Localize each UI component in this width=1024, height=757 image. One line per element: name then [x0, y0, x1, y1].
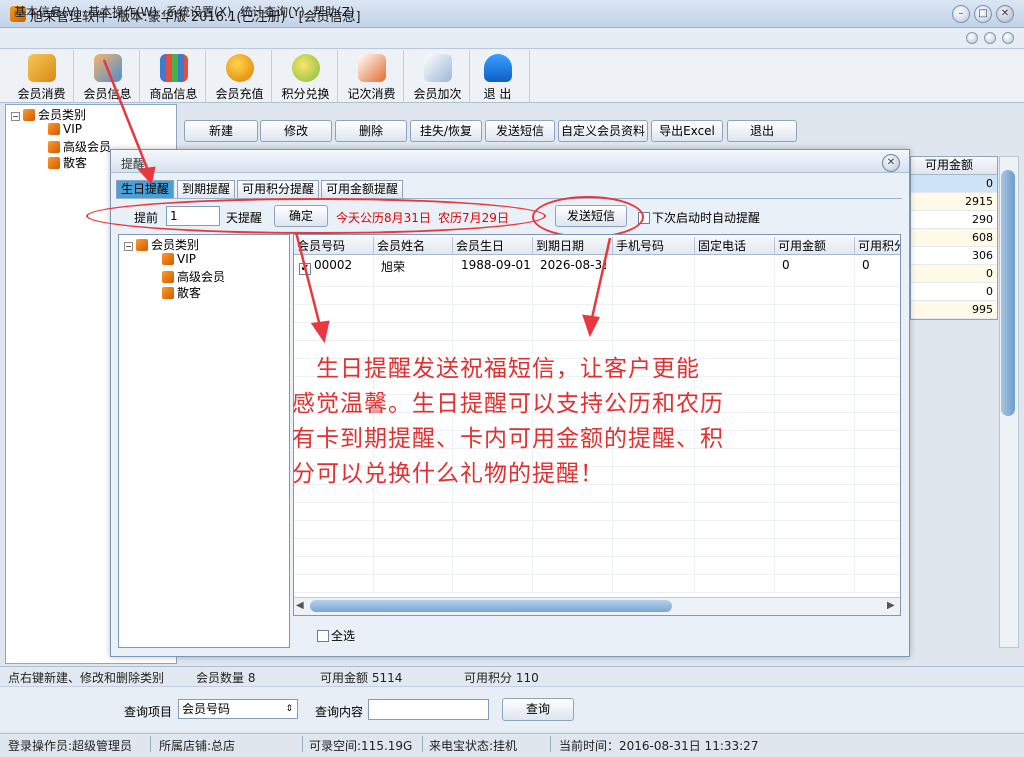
query-item-label: 查询项目 [124, 705, 173, 719]
tree-hint: 点右键新建、修改和删除类别 [8, 671, 165, 685]
query-content-input[interactable] [368, 699, 489, 720]
status-space: 可录空间:115.19G [309, 739, 413, 753]
total-points: 可用积分 110 [464, 671, 539, 685]
chevron-updown-icon: ⇕ [285, 704, 293, 714]
arrow-head [582, 314, 600, 338]
arrow-head [310, 320, 330, 344]
arrow-line [294, 231, 322, 327]
arrow-line [102, 59, 149, 169]
status-operator: 登录操作员:超级管理员 [8, 739, 133, 753]
member-count: 会员数量 8 [196, 671, 256, 685]
query-button[interactable]: 查询 [502, 698, 574, 721]
status-separator [150, 736, 151, 752]
status-caller: 来电宝状态:挂机 [429, 739, 518, 753]
query-content-label: 查询内容 [315, 705, 364, 719]
total-balance: 可用金额 5114 [320, 671, 403, 685]
annotation-text: 生日提醒发送祝福短信，让客户更能 感觉温馨。生日提醒可以支持公历和农历 有卡到期… [292, 356, 724, 487]
arrow-head [137, 166, 156, 185]
status-separator [550, 736, 551, 752]
status-store: 所属店铺:总店 [159, 739, 236, 753]
arrow-line [590, 237, 612, 319]
status-separator [302, 736, 303, 752]
query-item-select[interactable]: 会员号码 ⇕ [178, 699, 298, 719]
status-separator [422, 736, 423, 752]
status-time: 当前时间：2016-08-31日 11:33:27 [559, 739, 759, 753]
